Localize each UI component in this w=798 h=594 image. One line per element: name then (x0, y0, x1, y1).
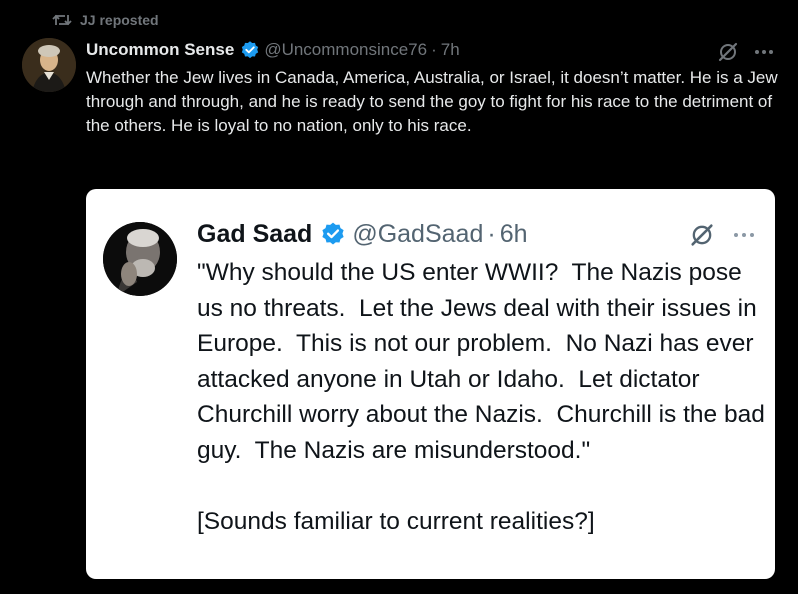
quoted-author-avatar[interactable] (103, 222, 177, 296)
quoted-grok-icon[interactable] (688, 221, 716, 249)
author-handle[interactable]: @Uncommonsince76 (264, 40, 427, 60)
quoted-tweet-timestamp[interactable]: 6h (500, 220, 528, 249)
tweet-timestamp[interactable]: 7h (441, 40, 460, 60)
grok-icon[interactable] (716, 40, 740, 64)
quoted-author-handle[interactable]: @GadSaad (352, 220, 483, 249)
quoted-tweet-text: "Why should the US enter WWII? The Nazis… (197, 259, 765, 535)
more-options-icon[interactable] (752, 40, 776, 64)
repost-icon (52, 12, 72, 28)
verified-badge-icon[interactable] (240, 40, 260, 60)
quoted-author-name[interactable]: Gad Saad (197, 220, 312, 249)
quoted-header-separator: · (487, 219, 496, 248)
header-separator: · (431, 40, 437, 59)
quoted-more-options-icon[interactable] (730, 221, 758, 249)
tweet-header: Uncommon Sense @Uncommonsince76 · 7h (86, 38, 460, 62)
quoted-verified-badge-icon[interactable] (320, 221, 346, 247)
author-name[interactable]: Uncommon Sense (86, 40, 234, 60)
quoted-tweet-header: Gad Saad @GadSaad · 6h (197, 218, 528, 250)
tweet-text: Whether the Jew lives in Canada, America… (86, 68, 778, 135)
repost-label[interactable]: JJ reposted (80, 12, 159, 28)
author-avatar[interactable] (22, 38, 76, 92)
repost-indicator[interactable]: JJ reposted (52, 10, 159, 30)
quoted-tweet-card[interactable]: Gad Saad @GadSaad · 6h "Why should the U… (86, 189, 775, 579)
